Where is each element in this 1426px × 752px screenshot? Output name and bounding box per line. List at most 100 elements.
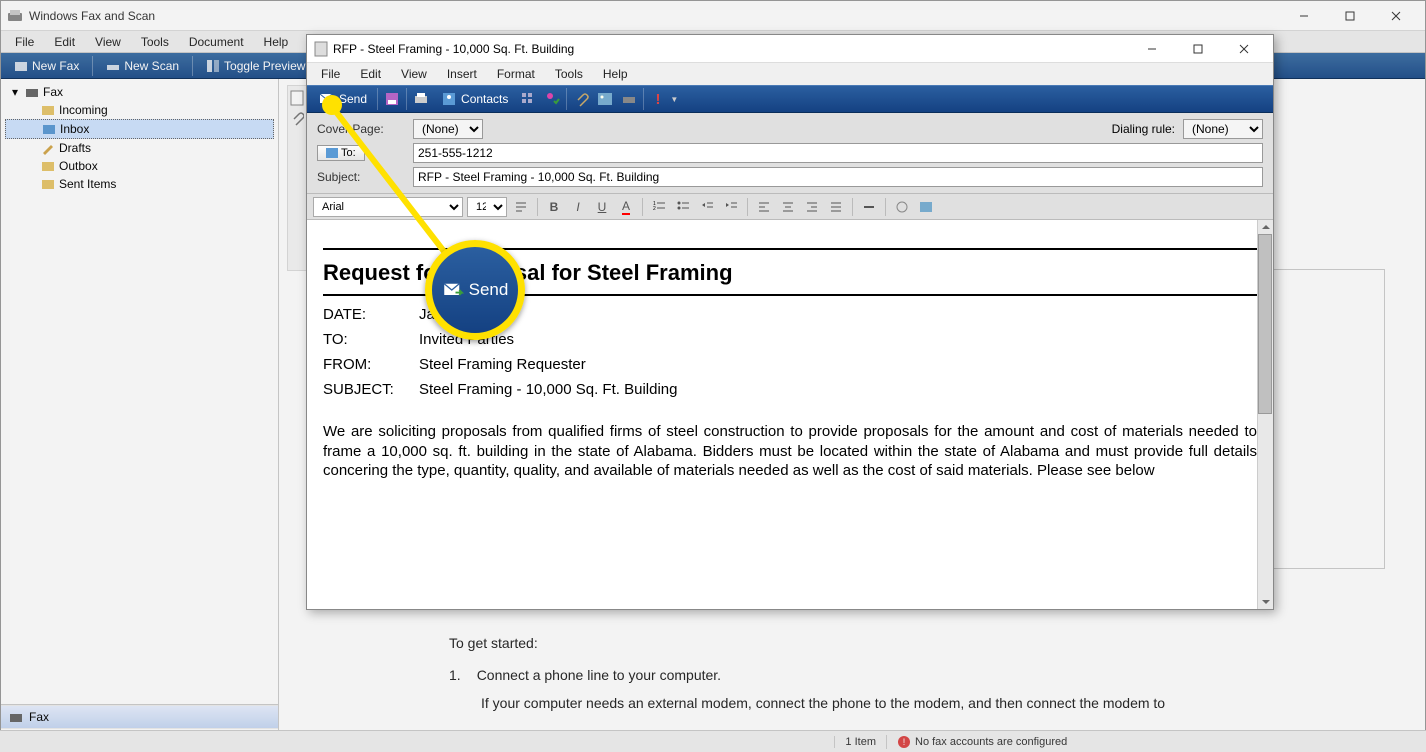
paragraph-icon bbox=[514, 200, 528, 214]
link-icon bbox=[895, 200, 909, 214]
main-maximize-button[interactable] bbox=[1327, 1, 1373, 31]
menu-document[interactable]: Document bbox=[181, 33, 252, 51]
priority-button[interactable]: !▼ bbox=[646, 88, 682, 110]
align-center-button[interactable] bbox=[778, 197, 798, 217]
subject-field[interactable] bbox=[413, 167, 1263, 187]
menu-help[interactable]: Help bbox=[256, 33, 297, 51]
svg-text:2: 2 bbox=[653, 206, 656, 212]
compose-maximize-button[interactable] bbox=[1175, 34, 1221, 64]
warning-icon: ! bbox=[897, 735, 911, 749]
indent-icon bbox=[724, 200, 738, 214]
main-minimize-button[interactable] bbox=[1281, 1, 1327, 31]
tree-item-outbox[interactable]: Outbox bbox=[5, 157, 274, 175]
insert-image-button[interactable] bbox=[916, 197, 936, 217]
align-justify-button[interactable] bbox=[826, 197, 846, 217]
tree-item-drafts[interactable]: Drafts bbox=[5, 139, 274, 157]
to-button[interactable]: To: bbox=[317, 145, 365, 161]
getstarted-heading: To get started: bbox=[449, 635, 1255, 651]
bullet-list-button[interactable] bbox=[673, 197, 693, 217]
link-button[interactable] bbox=[892, 197, 912, 217]
numlist-icon: 12 bbox=[652, 200, 666, 214]
send-label: Send bbox=[339, 92, 367, 106]
new-scan-button[interactable]: New Scan bbox=[97, 56, 188, 76]
compose-minimize-button[interactable] bbox=[1129, 34, 1175, 64]
drafts-icon bbox=[41, 141, 55, 155]
step-text: Connect a phone line to your computer. bbox=[477, 667, 721, 683]
indent-button[interactable] bbox=[721, 197, 741, 217]
format-toolbar: Arial 12 B I U A 12 bbox=[307, 194, 1273, 220]
save-icon bbox=[384, 91, 400, 107]
sidebar-tab-fax[interactable]: Fax bbox=[1, 705, 278, 728]
step-number: 1. bbox=[449, 667, 461, 683]
cmenu-tools[interactable]: Tools bbox=[547, 65, 591, 83]
cmenu-edit[interactable]: Edit bbox=[352, 65, 389, 83]
contacts-button[interactable]: Contacts bbox=[433, 88, 516, 110]
addressbook-icon bbox=[326, 148, 338, 158]
sidebar: ▾ Fax Incoming Inbox Drafts bbox=[1, 79, 279, 751]
alignright-icon bbox=[805, 200, 819, 214]
print-button[interactable] bbox=[409, 88, 433, 110]
picture-icon bbox=[597, 91, 613, 107]
expand-toggle-icon[interactable]: ▾ bbox=[9, 85, 21, 99]
tree-label: Drafts bbox=[59, 141, 91, 155]
hr-icon bbox=[862, 200, 876, 214]
outdent-button[interactable] bbox=[697, 197, 717, 217]
save-button[interactable] bbox=[380, 88, 404, 110]
cmenu-file[interactable]: File bbox=[313, 65, 348, 83]
dialing-rule-select[interactable]: (None) bbox=[1183, 119, 1263, 139]
cmenu-help[interactable]: Help bbox=[595, 65, 636, 83]
menu-tools[interactable]: Tools bbox=[133, 33, 177, 51]
scroll-up-icon[interactable] bbox=[1258, 220, 1273, 234]
cmenu-format[interactable]: Format bbox=[489, 65, 543, 83]
menu-file[interactable]: File bbox=[7, 33, 42, 51]
attach-button[interactable] bbox=[569, 88, 593, 110]
align-right-button[interactable] bbox=[802, 197, 822, 217]
scroll-down-icon[interactable] bbox=[1258, 595, 1273, 609]
editor-scrollbar[interactable] bbox=[1257, 220, 1273, 609]
tree-item-inbox[interactable]: Inbox bbox=[5, 119, 274, 139]
insert-pic-button[interactable] bbox=[593, 88, 617, 110]
attachment-icon[interactable] bbox=[290, 112, 304, 126]
send-button[interactable]: Send bbox=[311, 88, 375, 110]
compose-title-bar: RFP - Steel Framing - 10,000 Sq. Ft. Bui… bbox=[307, 35, 1273, 63]
hr-button[interactable] bbox=[859, 197, 879, 217]
check-names-button[interactable] bbox=[516, 88, 540, 110]
scroll-thumb[interactable] bbox=[1258, 234, 1272, 414]
tree-item-sent[interactable]: Sent Items bbox=[5, 175, 274, 193]
tree-label: Incoming bbox=[59, 103, 108, 117]
align-left-button[interactable] bbox=[754, 197, 774, 217]
cover-page-select[interactable]: (None) bbox=[413, 119, 483, 139]
tree-label: Sent Items bbox=[59, 177, 116, 191]
para-style-button[interactable] bbox=[511, 197, 531, 217]
italic-button[interactable]: I bbox=[568, 197, 588, 217]
contacts-icon bbox=[441, 91, 457, 107]
font-color-button[interactable]: A bbox=[616, 197, 636, 217]
bold-button[interactable]: B bbox=[544, 197, 564, 217]
folder-tree: ▾ Fax Incoming Inbox Drafts bbox=[1, 79, 278, 704]
scan-insert-button[interactable] bbox=[617, 88, 641, 110]
fax-icon bbox=[14, 59, 28, 73]
folder-icon bbox=[41, 177, 55, 191]
address-book-button[interactable] bbox=[540, 88, 564, 110]
person-check-icon bbox=[544, 91, 560, 107]
to-field[interactable] bbox=[413, 143, 1263, 163]
font-size-select[interactable]: 12 bbox=[467, 197, 507, 217]
sidebar-tab-label: Fax bbox=[29, 710, 49, 724]
cmenu-insert[interactable]: Insert bbox=[439, 65, 485, 83]
menu-view[interactable]: View bbox=[87, 33, 129, 51]
page-icon[interactable] bbox=[290, 90, 304, 106]
underline-button[interactable]: U bbox=[592, 197, 612, 217]
new-fax-button[interactable]: New Fax bbox=[5, 56, 88, 76]
printer-icon bbox=[413, 91, 429, 107]
cmenu-view[interactable]: View bbox=[393, 65, 435, 83]
main-close-button[interactable] bbox=[1373, 1, 1419, 31]
fax-machine-icon bbox=[25, 85, 39, 99]
compose-close-button[interactable] bbox=[1221, 34, 1267, 64]
menu-edit[interactable]: Edit bbox=[46, 33, 83, 51]
tree-root-fax[interactable]: ▾ Fax bbox=[5, 83, 274, 101]
status-warning: ! No fax accounts are configured bbox=[886, 735, 1426, 749]
tree-item-incoming[interactable]: Incoming bbox=[5, 101, 274, 119]
number-list-button[interactable]: 12 bbox=[649, 197, 669, 217]
toggle-preview-button[interactable]: Toggle Preview bbox=[197, 56, 314, 76]
font-family-select[interactable]: Arial bbox=[313, 197, 463, 217]
